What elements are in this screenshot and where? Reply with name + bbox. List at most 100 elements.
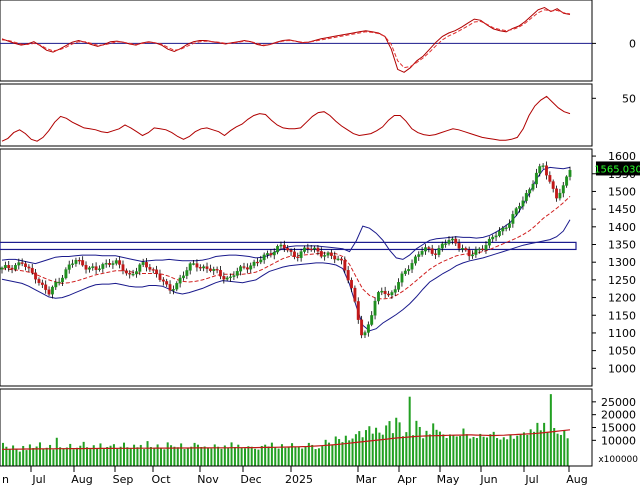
candle-body: [131, 273, 135, 276]
volume-bar: [449, 434, 452, 466]
volume-bar: [324, 439, 327, 466]
candle-body: [444, 243, 448, 245]
volume-bar: [385, 425, 388, 466]
candle-body: [155, 269, 159, 274]
price-tick-label: 1400: [608, 221, 636, 234]
candle-body: [61, 277, 64, 283]
candle-body: [292, 251, 296, 258]
volume-bar: [207, 448, 210, 466]
volume-bar: [338, 439, 341, 466]
candle-body: [457, 243, 461, 249]
candle-body: [121, 264, 125, 271]
volume-bar: [469, 438, 472, 466]
volume-bar: [566, 438, 569, 466]
panel-frame-osc: [0, 0, 593, 82]
volume-bar: [412, 435, 415, 466]
candle-body: [229, 276, 232, 278]
volume-bar: [284, 447, 287, 466]
volume-bar: [143, 449, 146, 466]
candle-body: [272, 251, 276, 256]
candle-body: [37, 279, 41, 284]
volume-bar: [485, 437, 488, 466]
price-tick-label: 1300: [608, 256, 636, 269]
volume-bar: [186, 448, 189, 466]
candle-body: [252, 261, 256, 266]
volume-bar: [348, 440, 351, 466]
volume-bar: [55, 437, 58, 466]
volume-bar: [364, 430, 367, 466]
month-label: Sep: [113, 473, 134, 486]
volume-bar: [28, 444, 31, 466]
price-tick-label: 1200: [608, 292, 636, 305]
candle-body: [491, 236, 495, 240]
volume-bar: [455, 436, 458, 466]
volume-bar: [106, 447, 109, 466]
candle-body: [289, 249, 293, 252]
candle-body: [346, 270, 350, 281]
volume-bar: [277, 448, 280, 466]
candle-body: [296, 256, 300, 259]
candle-body: [98, 268, 101, 270]
panel-frame-price: [0, 148, 593, 387]
volume-bar: [304, 446, 307, 466]
candle-body: [151, 269, 155, 271]
candle-body: [128, 273, 132, 275]
volume-bar: [180, 443, 183, 466]
volume-bar: [445, 438, 448, 466]
candle-body: [383, 290, 387, 295]
price-tick-label: 1050: [608, 345, 636, 358]
volume-bar: [25, 450, 28, 466]
volume-bar: [210, 448, 213, 466]
candle-body: [376, 292, 380, 302]
candle-body: [91, 266, 95, 268]
candle-body: [511, 214, 515, 224]
candle-body: [471, 254, 474, 257]
candle-body: [67, 264, 71, 270]
volume-bar: [12, 445, 15, 466]
candle-body: [450, 238, 454, 241]
candle-body: [118, 260, 122, 265]
volume-bar: [96, 448, 99, 466]
candle-body: [363, 332, 367, 336]
candle-body: [108, 263, 112, 265]
candle-body: [114, 260, 118, 264]
candle-body: [538, 166, 542, 174]
candle-body: [192, 263, 196, 265]
volume-bar: [122, 442, 126, 466]
candle-body: [81, 260, 85, 266]
candle-body: [387, 293, 390, 296]
candle-body: [276, 246, 280, 253]
candle-body: [175, 283, 179, 290]
volume-bar: [82, 441, 85, 466]
candle-body: [360, 319, 364, 336]
volume-bar: [297, 446, 300, 466]
volume-bar: [193, 442, 196, 466]
candle-body: [219, 269, 222, 277]
candle-body: [454, 238, 458, 244]
stock-chart: 0 50 1000 1050 1100 1150 1200 1250 1300 1350 1400 1…: [0, 0, 640, 486]
volume-bar: [149, 447, 152, 466]
candle-body: [104, 263, 108, 265]
volume-bar: [112, 444, 115, 466]
volume-ma-line: [2, 429, 571, 450]
volume-bar: [401, 436, 404, 466]
candle-body: [427, 247, 431, 249]
month-label: Mar: [356, 473, 377, 486]
candle-body: [20, 262, 24, 264]
candle-body: [504, 227, 508, 229]
candle-body: [111, 263, 115, 265]
volume-bar: [442, 434, 445, 466]
volume-bar: [556, 433, 559, 466]
candle-body: [403, 270, 407, 274]
candle-body: [424, 247, 427, 252]
candle-body: [484, 245, 488, 250]
candle-body: [286, 248, 290, 251]
volume-bar: [472, 436, 475, 466]
volume-bar: [311, 444, 314, 466]
candle-body: [84, 264, 88, 270]
candle-body: [7, 265, 11, 269]
candle-body: [534, 172, 538, 185]
candle-body: [340, 258, 343, 261]
candle-body: [393, 289, 397, 293]
candle-body: [430, 248, 434, 254]
